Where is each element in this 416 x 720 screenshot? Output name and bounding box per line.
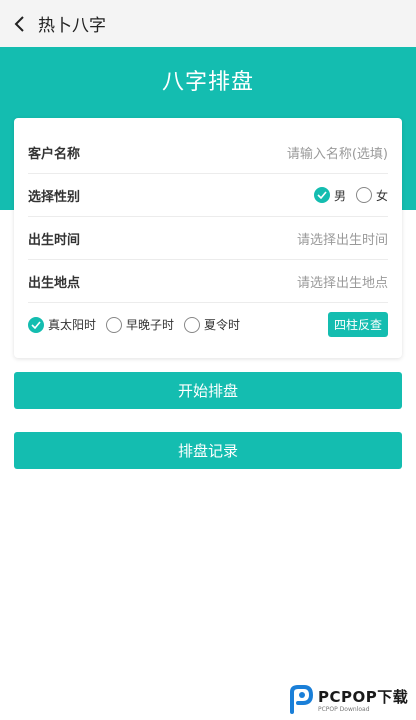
form-card: 客户名称 请输入名称(选填) 选择性别 男 女 出生时间 请选择出生时间 出生地… bbox=[14, 118, 402, 358]
radio-checked-icon bbox=[313, 187, 330, 203]
birth-place-label: 出生地点 bbox=[28, 275, 81, 291]
customer-name-input[interactable]: 请输入名称(选填) bbox=[287, 143, 388, 162]
back-button[interactable] bbox=[2, 0, 38, 47]
customer-name-row[interactable]: 客户名称 请输入名称(选填) bbox=[28, 131, 388, 174]
watermark-subtitle: PCPOP Download bbox=[318, 705, 370, 713]
radio-unchecked-icon bbox=[184, 316, 201, 333]
time-options-row: 真太阳时 早晚子时 夏令时 四柱反查 bbox=[28, 303, 388, 346]
watermark: PCPOP下载 PCPOP Download bbox=[288, 682, 412, 716]
chart-history-button[interactable]: 排盘记录 bbox=[14, 432, 402, 469]
customer-name-label: 客户名称 bbox=[28, 146, 81, 162]
hero-title: 八字排盘 bbox=[161, 70, 254, 95]
time-options-group: 真太阳时 早晚子时 夏令时 bbox=[28, 316, 240, 333]
gender-male-label: 男 bbox=[333, 188, 346, 203]
radio-unchecked-icon bbox=[355, 187, 372, 203]
gender-female-label: 女 bbox=[375, 188, 388, 203]
option-label: 真太阳时 bbox=[48, 318, 97, 332]
option-early-late-zi[interactable]: 早晚子时 bbox=[106, 316, 174, 333]
option-daylight-saving[interactable]: 夏令时 bbox=[184, 316, 240, 333]
reverse-lookup-button[interactable]: 四柱反查 bbox=[327, 312, 388, 337]
radio-unchecked-icon bbox=[106, 316, 123, 333]
pcpop-logo-icon bbox=[290, 685, 314, 714]
option-true-solar-time[interactable]: 真太阳时 bbox=[28, 316, 96, 333]
gender-radio-male[interactable]: 男 bbox=[313, 187, 346, 204]
gender-radio-female[interactable]: 女 bbox=[355, 187, 388, 204]
gender-row: 选择性别 男 女 bbox=[28, 174, 388, 217]
gender-label: 选择性别 bbox=[28, 189, 81, 205]
watermark-brand: PCPOP下载 bbox=[318, 687, 409, 706]
radio-checked-icon bbox=[28, 316, 44, 333]
option-label: 早晚子时 bbox=[126, 318, 175, 332]
page-title: 热卜八字 bbox=[38, 16, 106, 36]
gender-radio-group: 男 女 bbox=[313, 187, 388, 204]
birth-time-picker[interactable]: 请选择出生时间 bbox=[297, 229, 388, 248]
chevron-left-icon bbox=[14, 15, 24, 32]
top-bar: 热卜八字 bbox=[0, 0, 416, 47]
birth-time-row[interactable]: 出生时间 请选择出生时间 bbox=[28, 217, 388, 260]
birth-time-label: 出生时间 bbox=[28, 232, 81, 248]
birth-place-row[interactable]: 出生地点 请选择出生地点 bbox=[28, 260, 388, 303]
birth-place-picker[interactable]: 请选择出生地点 bbox=[297, 272, 388, 291]
option-label: 夏令时 bbox=[204, 318, 241, 332]
start-chart-button[interactable]: 开始排盘 bbox=[14, 372, 402, 409]
